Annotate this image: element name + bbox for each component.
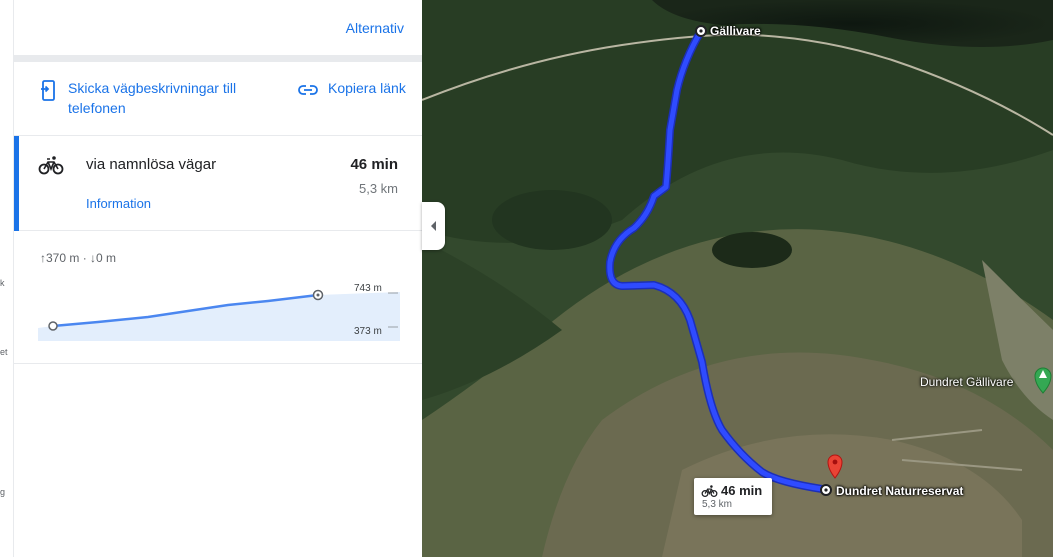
chevron-left-icon bbox=[430, 221, 436, 231]
link-icon bbox=[298, 85, 318, 95]
route-details-link[interactable]: Information bbox=[86, 196, 151, 211]
alternatives-link[interactable]: Alternativ bbox=[346, 20, 404, 36]
directions-panel: Alternativ Skicka vägbeskrivningar till … bbox=[14, 0, 422, 557]
route-callout[interactable]: 46 min 5,3 km bbox=[694, 478, 772, 515]
ascent-value: ↑370 m bbox=[40, 251, 80, 265]
edge-text: g bbox=[0, 487, 6, 497]
elevation-separator: · bbox=[82, 251, 87, 265]
satellite-imagery bbox=[422, 0, 1053, 557]
elevation-stats: ↑370 m · ↓0 m bbox=[40, 251, 116, 265]
panel-divider bbox=[14, 55, 422, 62]
bicycle-icon bbox=[701, 485, 718, 498]
send-to-phone-label: Skicka vägbeskrivningar till telefonen bbox=[68, 80, 237, 116]
background-panel-edge: k et g bbox=[0, 0, 14, 557]
descent-value: ↓0 m bbox=[90, 251, 117, 265]
elevation-chart bbox=[38, 289, 400, 341]
elevation-start-marker bbox=[48, 321, 58, 331]
copy-link-label: Kopiera länk bbox=[328, 80, 406, 96]
origin-label: Gällivare bbox=[710, 24, 761, 38]
poi-label[interactable]: Dundret Gällivare bbox=[920, 375, 1013, 389]
route-distance: 5,3 km bbox=[358, 181, 398, 196]
elevation-max-label: 743 m bbox=[354, 283, 382, 294]
edge-text: k bbox=[0, 278, 5, 288]
collapse-panel-button[interactable] bbox=[422, 202, 445, 250]
selected-route-indicator bbox=[14, 136, 19, 231]
callout-duration: 46 min bbox=[721, 483, 763, 498]
route-via-text: via namnlösa vägar bbox=[86, 156, 217, 173]
route-duration: 46 min bbox=[350, 156, 398, 173]
elevation-profile: ↑370 m · ↓0 m 743 m 373 m bbox=[14, 231, 422, 364]
send-to-phone-icon bbox=[41, 80, 55, 101]
bicycle-icon bbox=[38, 156, 64, 175]
callout-distance: 5,3 km bbox=[702, 499, 733, 510]
send-to-phone-button[interactable]: Skicka vägbeskrivningar till telefonen bbox=[40, 78, 270, 118]
edge-text: et bbox=[0, 347, 8, 357]
route-option[interactable]: via namnlösa vägar 46 min 5,3 km Informa… bbox=[14, 135, 422, 231]
destination-label: Dundret Naturreservat bbox=[836, 484, 964, 498]
elevation-min-label: 373 m bbox=[354, 326, 382, 337]
copy-link-button[interactable]: Kopiera länk bbox=[298, 78, 408, 100]
map-canvas[interactable]: Gällivare Dundret Naturreservat Dundret … bbox=[422, 0, 1053, 557]
